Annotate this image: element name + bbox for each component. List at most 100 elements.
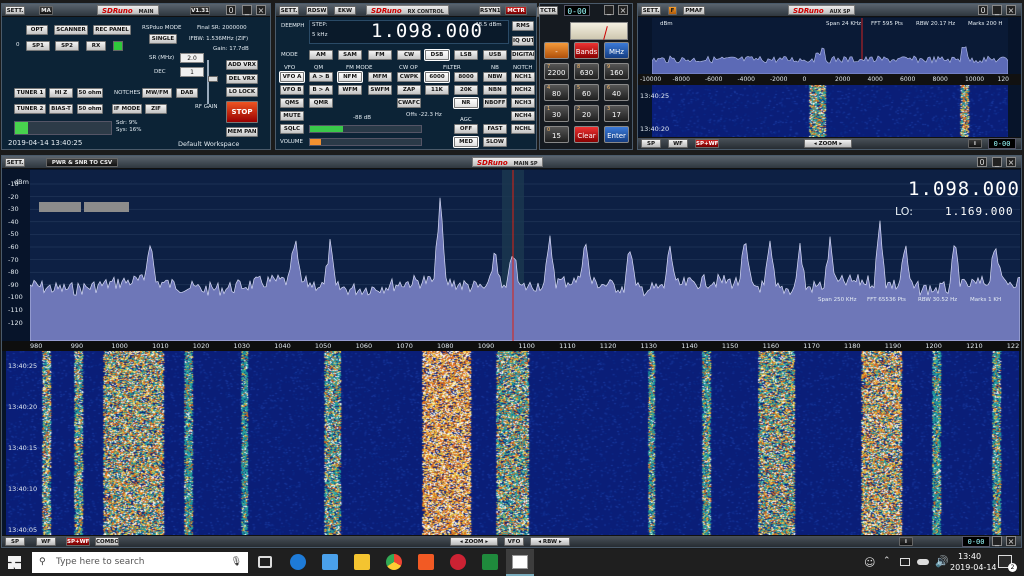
agc-off-button[interactable]: OFF — [454, 124, 478, 134]
tctr-label[interactable]: TCTR — [538, 6, 558, 15]
keypad-key-80[interactable]: 4 80 — [544, 84, 569, 101]
taskbar-search-input[interactable]: ⚲ Type here to search 🎙 — [32, 552, 248, 573]
keypad-key-bands[interactable]: Bands — [574, 42, 599, 59]
filter-11k-button[interactable]: 11K — [425, 85, 449, 95]
keypad-key-30[interactable]: 1 30 — [544, 105, 569, 122]
rdsw-button[interactable]: RDSW — [306, 6, 328, 15]
keypad-key-17[interactable]: 3 17 — [604, 105, 629, 122]
mainsp-zoom-control[interactable]: ◂ ZOOM ▸ — [450, 537, 498, 546]
nboff-button[interactable]: NBOFF — [483, 98, 507, 108]
mfm-button[interactable]: MFM — [368, 72, 392, 82]
rx-button[interactable]: RX — [86, 41, 106, 51]
pwr-snr-csv-button[interactable]: PWR & SNR TO CSV — [46, 158, 118, 167]
mainsp-info-button[interactable]: i — [899, 537, 913, 546]
filter-8000-button[interactable]: 8000 — [454, 72, 478, 82]
minimize-icon[interactable]: _ — [992, 536, 1002, 546]
scanner-button[interactable]: SCANNER — [54, 25, 88, 35]
nch1-button[interactable]: NCH1 — [511, 72, 535, 82]
mainsp-sett-button[interactable]: SETT. — [5, 158, 25, 167]
mode-fm-button[interactable]: FM — [368, 50, 392, 60]
volume-slider[interactable] — [309, 138, 422, 146]
dab-button[interactable]: DAB — [176, 88, 198, 98]
rf-gain-slider[interactable] — [207, 60, 221, 104]
if-mode-button[interactable]: IF MODE — [112, 104, 142, 114]
taskbar-date[interactable]: 2019-04-14 — [950, 563, 997, 572]
dec-value[interactable]: 1 — [180, 67, 204, 77]
ekw-button[interactable]: EKW — [334, 6, 356, 15]
task-view-icon[interactable] — [258, 556, 272, 568]
aux-f-button[interactable]: F — [668, 6, 677, 15]
minimize-icon[interactable]: _ — [992, 5, 1002, 15]
keypad-key-630[interactable]: 8 630 — [574, 63, 599, 80]
rf-gain-slider-thumb[interactable] — [208, 76, 218, 82]
rx-sett-button[interactable]: SETT. — [279, 6, 299, 15]
nbw-button[interactable]: NBW — [483, 72, 507, 82]
mainsp-spwf-button[interactable]: SP+WF — [66, 537, 90, 546]
close-icon[interactable]: × — [1006, 157, 1016, 167]
tuner2-button[interactable]: TUNER 2 — [14, 104, 46, 114]
aux-wf-button[interactable]: WF — [668, 139, 688, 148]
mode-am-button[interactable]: AM — [309, 50, 333, 60]
people-icon[interactable]: ☺ — [864, 556, 875, 569]
keypad-key-20[interactable]: 2 20 — [574, 105, 599, 122]
nr-button[interactable]: NR — [453, 97, 479, 109]
main-waterfall[interactable] — [6, 351, 1019, 535]
close-icon[interactable]: × — [256, 5, 266, 15]
add-vrx-button[interactable]: ADD VRX — [226, 60, 258, 70]
keypad-key-clear[interactable]: Clear — [574, 126, 599, 143]
aux-sett-button[interactable]: SETT. — [641, 6, 661, 15]
nchl-button[interactable]: NCHL — [511, 124, 535, 134]
nch2-button[interactable]: NCH2 — [511, 85, 535, 95]
rx-frequency[interactable]: 1.098.000 — [371, 20, 483, 42]
qms-button[interactable]: QMS — [280, 98, 304, 108]
agc-fast-button[interactable]: FAST — [483, 124, 507, 134]
mwfm-button[interactable]: MW/FM — [142, 88, 172, 98]
minimize-icon[interactable]: _ — [604, 5, 614, 15]
rbw-control[interactable]: ◂ RBW ▸ — [530, 537, 570, 546]
qmr-button[interactable]: QMR — [309, 98, 333, 108]
rms-button[interactable]: RMS — [512, 21, 534, 31]
tray-chevron-icon[interactable]: ⌃ — [883, 556, 891, 566]
keypad-key-2200[interactable]: 7 2200 — [544, 63, 569, 80]
lo-lock-button[interactable]: LO LOCK — [226, 87, 258, 97]
brave-icon[interactable] — [418, 554, 434, 570]
chrome-icon[interactable] — [386, 554, 402, 570]
mode-cw-button[interactable]: CW — [397, 50, 421, 60]
mode-sam-button[interactable]: SAM — [338, 50, 362, 60]
keypad-key-60[interactable]: 5 60 — [574, 84, 599, 101]
onedrive-icon[interactable] — [917, 559, 929, 565]
aux-spwf-button[interactable]: SP+WF — [695, 139, 719, 148]
vfo-a-button[interactable]: VFO A — [279, 71, 305, 83]
squelch-slider[interactable] — [309, 125, 422, 133]
mctr-button[interactable]: MCTR — [505, 6, 527, 15]
step-value[interactable]: 5 kHz — [312, 32, 327, 38]
zoom-right-icon[interactable]: ▸ — [483, 539, 488, 545]
sr-value[interactable]: 2.0 — [180, 53, 204, 63]
del-vrx-button[interactable]: DEL VRX — [226, 74, 258, 84]
main-ma-button[interactable]: MA — [39, 6, 53, 15]
vfo-b-button[interactable]: VFO B — [280, 85, 304, 95]
nch4-button[interactable]: NCH4 — [511, 111, 535, 121]
aux-sp-button[interactable]: SP — [641, 139, 661, 148]
iq-out-button[interactable]: IQ OUT — [512, 36, 534, 46]
close-icon[interactable]: × — [618, 5, 628, 15]
windows-start-icon[interactable] — [8, 556, 21, 569]
rbw-right-icon[interactable]: ▸ — [557, 539, 562, 545]
a-to-b-button[interactable]: A > B — [309, 72, 333, 82]
volume-icon[interactable]: 🔊 — [935, 555, 949, 568]
vfo-button[interactable]: VFO — [504, 537, 524, 546]
tuner1-button[interactable]: TUNER 1 — [14, 88, 46, 98]
spreadsheet-icon[interactable] — [482, 554, 498, 570]
mode-dsb-button[interactable]: DSB — [424, 49, 450, 61]
cwafc-button[interactable]: CWAFC — [397, 98, 421, 108]
zoom-right-icon[interactable]: ▸ — [837, 141, 842, 147]
keypad-key-160[interactable]: 9 160 — [604, 63, 629, 80]
keypad-key-mhz[interactable]: MHz — [604, 42, 629, 59]
bias-t-button[interactable]: BIAS-T — [49, 104, 73, 114]
zap-button[interactable]: ZAP — [397, 85, 421, 95]
mainsp-wf-button[interactable]: WF — [36, 537, 56, 546]
combo-button[interactable]: COMBO — [95, 537, 119, 546]
agc-med-button[interactable]: MED — [453, 136, 479, 148]
edge-icon[interactable] — [290, 554, 306, 570]
taskbar-time[interactable]: 13:40 — [958, 552, 981, 561]
